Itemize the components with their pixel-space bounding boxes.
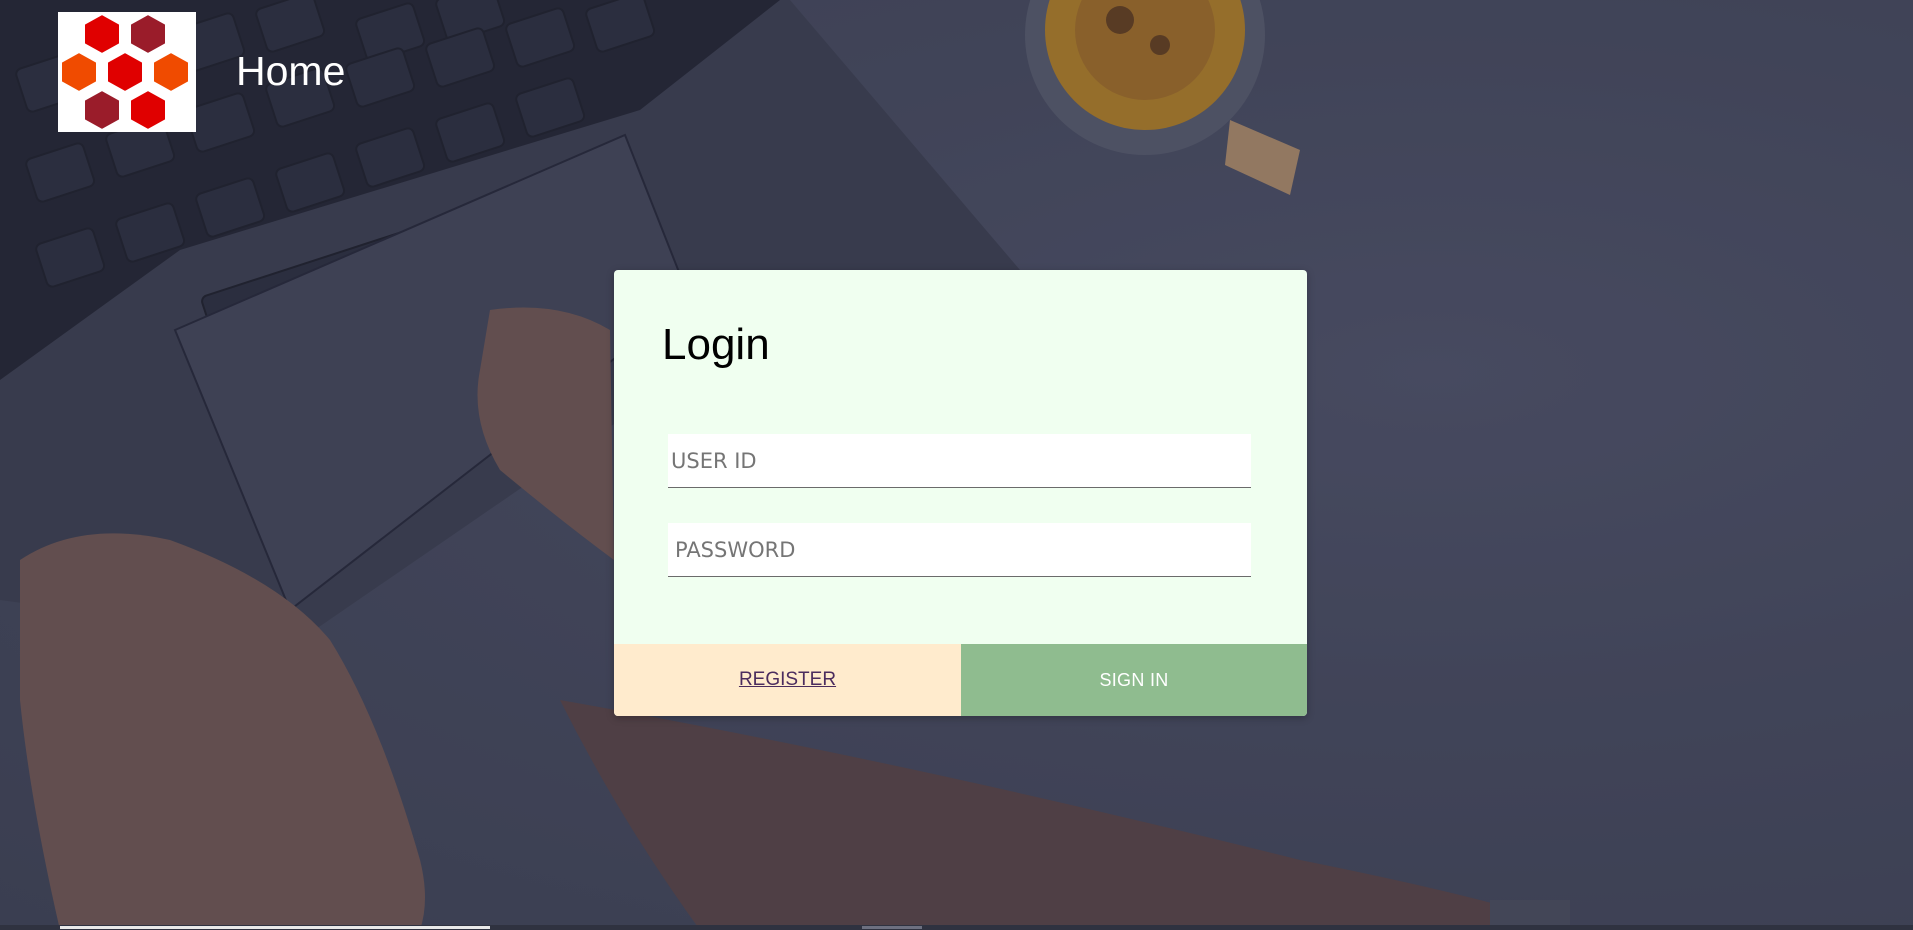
scrollbar-marker: [862, 926, 922, 929]
sign-in-button[interactable]: SIGN IN: [961, 644, 1307, 716]
home-title[interactable]: Home: [236, 48, 345, 95]
hexagon-cluster-logo-icon: [60, 12, 190, 132]
scrollbar-thumb[interactable]: [60, 926, 490, 929]
register-button[interactable]: REGISTER: [614, 644, 961, 716]
password-input[interactable]: [668, 523, 1251, 577]
bottom-scrollbar[interactable]: [0, 925, 1913, 930]
login-card: Login REGISTER SIGN IN: [614, 270, 1307, 716]
user-id-input[interactable]: [668, 434, 1251, 488]
logo[interactable]: [58, 12, 196, 132]
login-heading: Login: [662, 320, 770, 369]
